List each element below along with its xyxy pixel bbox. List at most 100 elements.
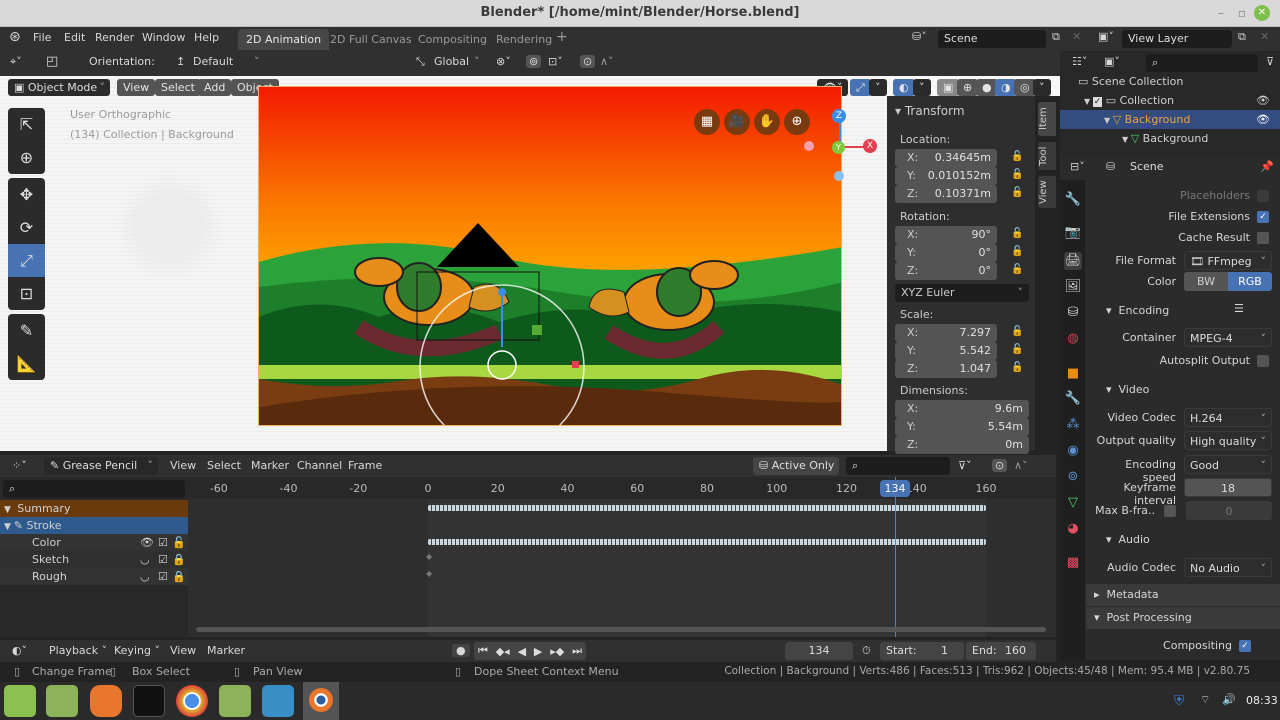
keyframe-interval-field[interactable]: 18 <box>1184 478 1272 497</box>
color-bw-button[interactable]: BW <box>1184 272 1228 291</box>
transform-section-header[interactable]: ▾ Transform <box>895 104 965 118</box>
start-frame-field[interactable]: Start: 1 <box>880 642 964 660</box>
pan-hand-icon[interactable]: ✋ <box>754 109 780 135</box>
editor-type-icon[interactable]: ⁘˅ <box>12 459 27 472</box>
eye-icon[interactable]: 👁 <box>1256 110 1270 129</box>
modifier-tab-icon[interactable]: 🔧 <box>1064 390 1082 408</box>
channel-stroke[interactable]: ▼ ✎ Stroke <box>0 517 188 534</box>
tab-2d-full-canvas[interactable]: 2D Full Canvas <box>322 29 420 50</box>
checkbox-icon[interactable]: ☑ <box>158 551 168 568</box>
select-tool-icon[interactable]: ⇱ <box>8 108 45 141</box>
shield-icon[interactable]: ⛨ <box>1174 693 1185 709</box>
files-icon[interactable] <box>219 685 251 717</box>
object-tab-icon[interactable]: ■ <box>1064 365 1082 383</box>
timeline-menu-marker[interactable]: Marker <box>207 644 245 657</box>
file-format-dropdown[interactable]: 🎞 FFmpeg vi...˅ <box>1184 251 1272 287</box>
current-frame-indicator[interactable]: 134 <box>880 480 910 497</box>
blender-logo-icon[interactable]: ⊛ <box>9 29 21 45</box>
output-quality-dropdown[interactable]: High quality ˅ <box>1184 431 1272 450</box>
timeline-menu-keying[interactable]: Keying ˅ <box>114 644 160 657</box>
dimensions-x-field[interactable]: X: 9.6m <box>895 400 1029 418</box>
video-codec-dropdown[interactable]: H.264 ˅ <box>1184 408 1272 427</box>
sketch-keyframe[interactable]: ◆ <box>426 552 432 561</box>
color-layer-keyframes[interactable] <box>428 539 986 545</box>
checkbox-icon[interactable]: ☑ <box>158 568 168 585</box>
scene-canvas[interactable]: ▦ 🎥 ✋ ⊕ <box>258 86 842 426</box>
end-frame-field[interactable]: End: 160 <box>966 642 1036 660</box>
current-frame-field[interactable]: 134 <box>785 642 853 660</box>
view-layer-filter-icon[interactable]: ▣˅ <box>1104 55 1120 68</box>
view-layer-selector[interactable]: View Layer <box>1122 30 1232 48</box>
measure-tool-icon[interactable]: 📐 <box>8 347 45 380</box>
dopesheet-keyframe-area[interactable]: -60 -40 -20 0 20 40 60 80 100 120 140 160 ◆ ◆ 134 <box>188 477 1056 637</box>
maximize-button[interactable]: ▫ <box>1238 6 1246 20</box>
gizmo-z-axis[interactable]: Z <box>832 109 846 123</box>
rotation-z-field[interactable]: Z: 0° <box>895 262 997 280</box>
firefox-icon[interactable] <box>90 685 122 717</box>
lock-icon[interactable]: 🔓 <box>1011 264 1023 275</box>
chevron-down-icon[interactable]: ˅ <box>913 79 931 96</box>
dopesheet-menu-frame[interactable]: Frame <box>348 459 382 472</box>
tab-2d-animation[interactable]: 2D Animation <box>238 29 330 50</box>
play-reverse-icon[interactable]: ◀ <box>518 645 526 658</box>
viewport-menu-add[interactable]: Add <box>198 79 232 96</box>
channel-layer-rough[interactable]: Rough ◡ ☑ 🔒 <box>0 568 188 585</box>
timeline-menu-view[interactable]: View <box>170 644 196 657</box>
mint-menu-icon[interactable] <box>4 685 36 717</box>
gizmo-y-axis[interactable]: Y <box>832 141 845 154</box>
eye-icon[interactable]: 👁 <box>140 534 154 551</box>
dopesheet-menu-channel[interactable]: Channel <box>297 459 342 472</box>
lock-icon[interactable]: 🔓 <box>1011 246 1023 257</box>
chrome-icon[interactable] <box>176 685 208 717</box>
snap-target-icon[interactable]: ⊡˅ <box>548 55 563 68</box>
chevron-down-icon[interactable]: ˅ <box>869 79 887 96</box>
delete-view-layer-icon[interactable]: ✕ <box>1260 30 1269 43</box>
terminal-icon[interactable] <box>133 685 165 717</box>
location-z-field[interactable]: Z: 0.10371m <box>895 185 997 203</box>
transform-tool-icon[interactable]: ⊡ <box>8 277 45 310</box>
horizontal-scrollbar[interactable] <box>196 627 1046 632</box>
lock-icon[interactable]: 🔒 <box>172 568 186 585</box>
gizmo-neg-z[interactable] <box>834 171 844 181</box>
delete-scene-icon[interactable]: ✕ <box>1072 30 1081 43</box>
video-section-header[interactable]: ▾ Video <box>1106 383 1149 396</box>
texture-tab-icon[interactable]: ▩ <box>1064 554 1082 572</box>
outliner-row-background-object[interactable]: ▼ ▽ Background 👁 <box>1060 110 1280 129</box>
unlock-icon[interactable]: 🔓 <box>172 534 186 551</box>
scale-tool-icon[interactable]: ⤢ <box>8 244 45 277</box>
menu-edit[interactable]: Edit <box>64 31 85 44</box>
scene-selector[interactable]: Scene <box>938 30 1046 48</box>
eye-closed-icon[interactable]: ◡ <box>140 568 150 585</box>
rotate-tool-icon[interactable]: ⟳ <box>8 211 45 244</box>
presets-list-icon[interactable]: ☰ <box>1234 302 1244 315</box>
audio-section-header[interactable]: ▾ Audio <box>1106 533 1150 546</box>
outliner-row-background-data[interactable]: ▼ ▽ Background <box>1060 129 1280 148</box>
audio-codec-dropdown[interactable]: No Audio ˅ <box>1184 558 1272 577</box>
transform-orientation-dropdown[interactable]: Global <box>434 55 469 68</box>
rotation-y-field[interactable]: Y: 0° <box>895 244 997 262</box>
menu-window[interactable]: Window <box>142 31 185 44</box>
scale-y-field[interactable]: Y: 5.542 <box>895 342 997 360</box>
jump-end-icon[interactable]: ⏭ <box>572 644 582 658</box>
camera-icon[interactable]: 🎥 <box>724 109 750 135</box>
scale-x-field[interactable]: X: 7.297 <box>895 324 997 342</box>
world-tab-icon[interactable]: ◍ <box>1064 330 1082 348</box>
viewport-menu-view[interactable]: View <box>117 79 156 96</box>
output-tab-icon[interactable]: 🖨 <box>1064 252 1082 270</box>
system-monitor-icon[interactable] <box>262 685 294 717</box>
lock-icon[interactable]: 🔒 <box>172 551 186 568</box>
sidebar-tab-view[interactable]: View <box>1038 176 1056 208</box>
menu-file[interactable]: File <box>33 31 51 44</box>
mode-selector[interactable]: ▣ Object Mode ˅ <box>8 79 110 96</box>
falloff-icon[interactable]: ∧˅ <box>600 55 614 68</box>
volume-icon[interactable]: 🔊 <box>1222 693 1236 706</box>
location-y-field[interactable]: Y: 0.010152m <box>895 167 997 185</box>
tab-rendering[interactable]: Rendering <box>488 29 560 50</box>
move-tool-icon[interactable]: ✥ <box>8 178 45 211</box>
location-x-field[interactable]: X: 0.34645m <box>895 149 997 167</box>
add-workspace-icon[interactable]: + <box>556 29 568 45</box>
post-processing-panel-header[interactable]: ▾ Post Processing <box>1086 607 1280 629</box>
new-view-layer-icon[interactable]: ⧉ <box>1238 30 1246 44</box>
autosplit-checkbox[interactable] <box>1257 355 1269 367</box>
dimensions-z-field[interactable]: Z: 0m <box>895 436 1029 454</box>
